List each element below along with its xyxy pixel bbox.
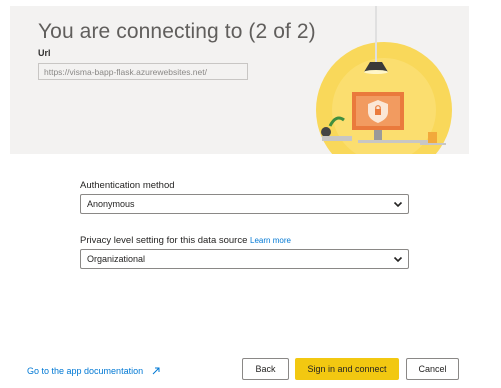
privacy-level-dropdown[interactable]: Organizational: [80, 249, 409, 269]
back-button[interactable]: Back: [242, 358, 289, 380]
url-field[interactable]: [38, 63, 248, 80]
chevron-down-icon: [393, 201, 403, 208]
security-illustration: [316, 6, 452, 154]
auth-method-label: Authentication method: [80, 180, 175, 191]
app-documentation-link[interactable]: Go to the app documentation: [27, 366, 160, 376]
privacy-level-label-text: Privacy level setting for this data sour…: [80, 235, 248, 246]
auth-method-value: Anonymous: [87, 199, 135, 209]
chevron-down-icon: [393, 256, 403, 263]
cancel-button[interactable]: Cancel: [406, 358, 459, 380]
external-link-icon: [152, 367, 160, 375]
learn-more-link[interactable]: Learn more: [250, 236, 291, 245]
app-documentation-link-text: Go to the app documentation: [27, 366, 144, 376]
privacy-level-label: Privacy level setting for this data sour…: [80, 235, 291, 246]
privacy-level-value: Organizational: [87, 254, 146, 264]
header-panel: You are connecting to (2 of 2) Url: [10, 6, 469, 154]
page-title: You are connecting to (2 of 2): [38, 20, 316, 43]
url-label: Url: [38, 48, 51, 58]
sign-in-and-connect-button[interactable]: Sign in and connect: [295, 358, 399, 380]
auth-method-dropdown[interactable]: Anonymous: [80, 194, 409, 214]
